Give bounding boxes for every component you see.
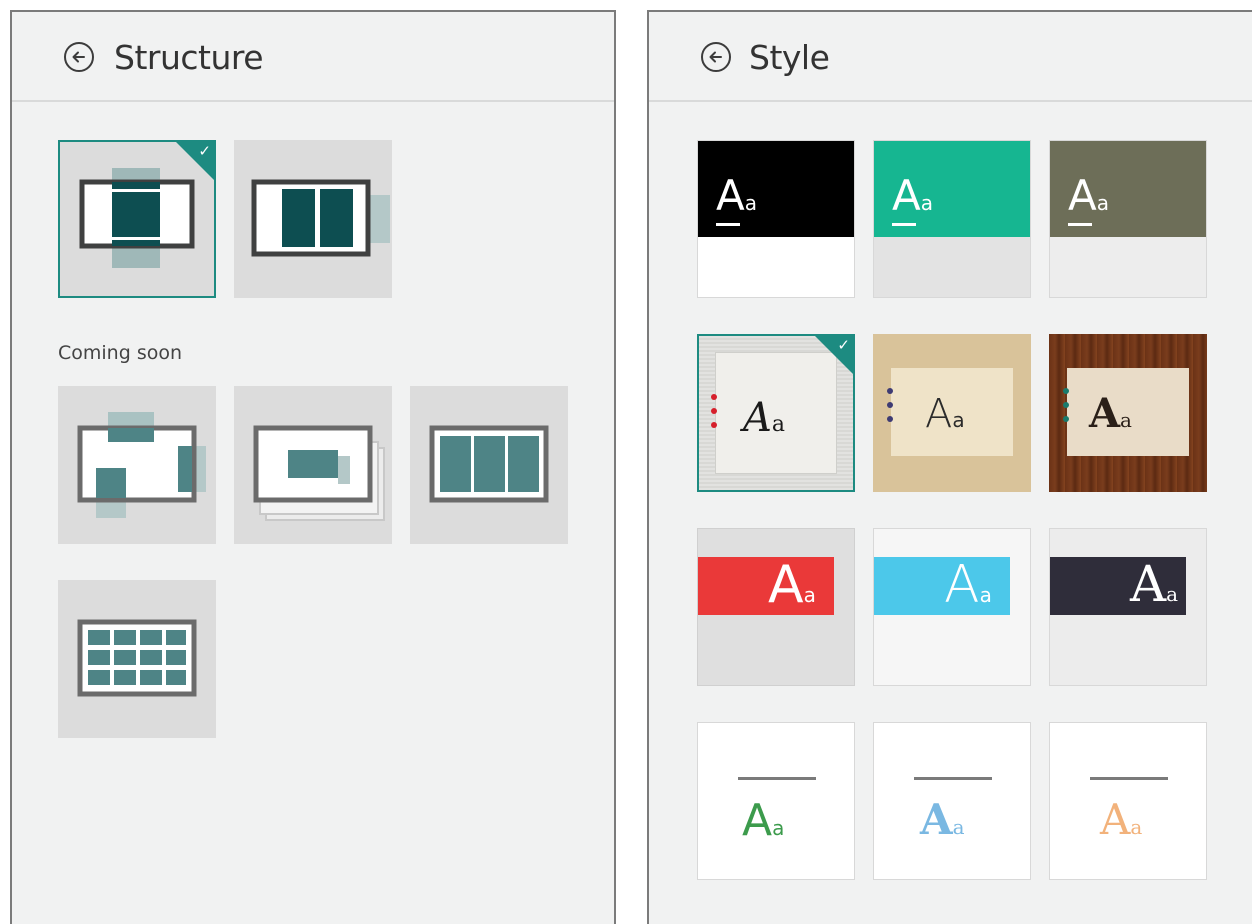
layout-vertical-center[interactable]: ✓ bbox=[58, 140, 216, 298]
sample-glyph-large: A bbox=[1130, 555, 1167, 613]
sample-glyph-small: a bbox=[1096, 191, 1109, 215]
page-title: Structure bbox=[114, 38, 264, 77]
layout-stacked bbox=[234, 386, 392, 544]
sample-glyph-large: A bbox=[944, 555, 980, 615]
style-dark-banner[interactable]: Aa bbox=[1049, 528, 1207, 686]
style-red-banner[interactable]: Aa bbox=[697, 528, 855, 686]
style-green-text[interactable]: Aa bbox=[697, 722, 855, 880]
back-arrow-icon bbox=[72, 51, 85, 63]
style-orange-text[interactable]: Aa bbox=[1049, 722, 1207, 880]
layout-horizontal-panels[interactable] bbox=[234, 140, 392, 298]
sample-glyph-large: A bbox=[920, 795, 953, 844]
page-title: Style bbox=[749, 38, 830, 77]
sample-glyph-small: a bbox=[1166, 582, 1179, 606]
sample-glyph-small: a bbox=[772, 816, 785, 840]
style-header: Style bbox=[649, 12, 1252, 102]
style-blue-text[interactable]: Aa bbox=[873, 722, 1031, 880]
coming-soon-label: Coming soon bbox=[58, 342, 183, 364]
sample-glyph-large: A bbox=[892, 171, 921, 220]
sample-glyph-small: a bbox=[1120, 408, 1132, 432]
sample-glyph-small: a bbox=[771, 412, 786, 437]
check-icon: ✓ bbox=[837, 337, 850, 354]
style-craft[interactable]: Aa bbox=[873, 334, 1031, 492]
style-teal[interactable]: Aa bbox=[873, 140, 1031, 298]
layout-scattered bbox=[58, 386, 216, 544]
style-olive[interactable]: Aa bbox=[1049, 140, 1207, 298]
sample-glyph-large: A bbox=[1089, 390, 1121, 437]
sample-glyph-large: A bbox=[716, 171, 745, 220]
back-arrow-icon bbox=[709, 51, 722, 63]
check-icon: ✓ bbox=[198, 143, 211, 160]
structure-panel: Structure ✓ Coming soon bbox=[10, 10, 616, 924]
sample-glyph-large: A bbox=[1100, 795, 1131, 844]
layout-grid bbox=[58, 580, 216, 738]
sample-glyph-small: a bbox=[744, 191, 757, 215]
sample-glyph-large: A bbox=[768, 555, 804, 615]
style-blue-banner[interactable]: Aa bbox=[873, 528, 1031, 686]
structure-header: Structure bbox=[12, 12, 614, 102]
sample-glyph-small: a bbox=[952, 408, 965, 432]
sample-glyph-small: a bbox=[952, 815, 965, 839]
sample-glyph-large: A bbox=[925, 391, 953, 437]
sample-glyph-small: a bbox=[920, 191, 933, 215]
sample-glyph-small: a bbox=[979, 583, 992, 607]
style-back-button[interactable] bbox=[701, 42, 731, 72]
sample-glyph-large: A bbox=[742, 795, 773, 846]
layout-three-columns bbox=[410, 386, 568, 544]
structure-back-button[interactable] bbox=[64, 42, 94, 72]
style-black[interactable]: Aa bbox=[697, 140, 855, 298]
sample-glyph-large: A bbox=[1068, 171, 1097, 220]
sample-glyph-small: a bbox=[1130, 815, 1143, 839]
style-paper[interactable]: Aa ✓ bbox=[697, 334, 855, 492]
style-panel: Style Aa Aa Aa Aa ✓ Aa Aa Aa Aa Aa Aa Aa… bbox=[647, 10, 1252, 924]
sample-glyph-small: a bbox=[803, 583, 816, 607]
sample-glyph-large: A bbox=[743, 395, 772, 441]
style-wood[interactable]: Aa bbox=[1049, 334, 1207, 492]
